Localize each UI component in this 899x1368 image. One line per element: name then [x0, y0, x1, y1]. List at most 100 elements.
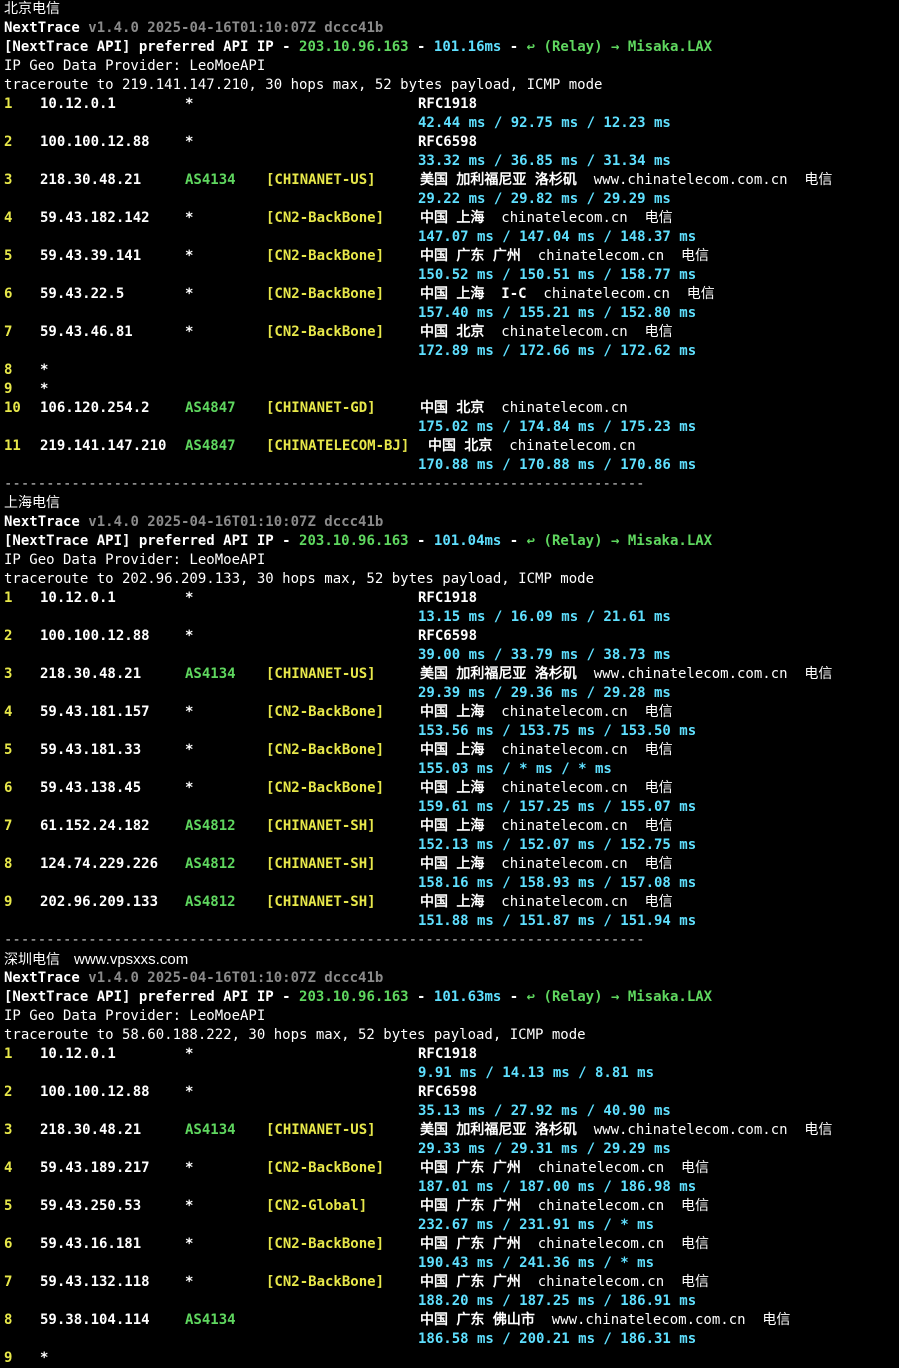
hop-tag: [CN2-BackBone] — [266, 742, 385, 758]
api-preferred-text: preferred API IP - — [138, 533, 291, 549]
hop-geo: 中国 广东 广州 chinatelecom.cn 电信 — [420, 1160, 710, 1176]
api-dash: - — [417, 533, 426, 549]
hop-number: 9 — [4, 1350, 13, 1366]
hop-ip: 59.43.250.53 — [40, 1198, 142, 1214]
api-dash: - — [417, 39, 426, 55]
hop-rtt: 29.22 ms / 29.82 ms / 29.29 ms — [418, 191, 671, 207]
hop-domain: www.chinatelecom.com.cn — [576, 1122, 788, 1138]
traceroute-line: traceroute to 202.96.209.133, 30 hops ma… — [4, 570, 594, 589]
hop-tag: [CHINANET-US] — [266, 1122, 376, 1138]
hop-geo: 中国 上海 chinatelecom.cn 电信 — [420, 818, 673, 834]
hop-number: 2 — [4, 134, 13, 150]
hop-number: 9 — [4, 381, 13, 397]
hop-tag: [CN2-BackBone] — [266, 704, 385, 720]
app-name: NextTrace — [4, 970, 80, 986]
hop-isp: 电信 — [745, 1312, 791, 1328]
hop-rtt: 42.44 ms / 92.75 ms / 12.23 ms — [418, 115, 671, 131]
hop-number: 1 — [4, 96, 13, 112]
hop-number: 7 — [4, 818, 13, 834]
hop-geo: 中国 上海 chinatelecom.cn 电信 — [420, 780, 673, 796]
hop-domain: chinatelecom.cn — [526, 286, 670, 302]
hop-geo: 中国 上海 chinatelecom.cn 电信 — [420, 894, 673, 910]
hop-asn: * — [185, 590, 194, 606]
api-ip: 203.10.96.163 — [299, 39, 409, 55]
hop-tag: [CN2-BackBone] — [266, 1160, 385, 1176]
hop-ip: 59.43.181.157 — [40, 704, 150, 720]
hop-asn: AS4812 — [185, 818, 236, 834]
hop-rtt: 39.00 ms / 33.79 ms / 38.73 ms — [418, 647, 671, 663]
hop-ip: 59.43.182.142 — [40, 210, 150, 226]
hop-isp: 电信 — [627, 704, 673, 720]
hop-asn: * — [185, 1274, 194, 1290]
hop-asn: AS4134 — [185, 666, 236, 682]
api-preferred-text: preferred API IP - — [138, 989, 291, 1005]
hop-geo: 中国 上海 chinatelecom.cn 电信 — [420, 742, 673, 758]
traceroute-text: traceroute to 58.60.188.222, 30 hops max… — [4, 1027, 586, 1043]
app-version: v1.4.0 2025-04-16T01:10:07Z dccc41b — [88, 970, 384, 986]
hop-isp: 电信 — [627, 742, 673, 758]
hop-number: 6 — [4, 1236, 13, 1252]
app-name: NextTrace — [4, 20, 80, 36]
hop-tag: [CHINANET-US] — [266, 172, 376, 188]
section-title-text: 深圳电信 — [4, 952, 60, 968]
hop-rtt: 232.67 ms / 231.91 ms / * ms — [418, 1217, 655, 1233]
hop-number: 5 — [4, 742, 13, 758]
hop-rtt: 13.15 ms / 16.09 ms / 21.61 ms — [418, 609, 671, 625]
hop-tag: [CN2-BackBone] — [266, 780, 385, 796]
hop-domain: chinatelecom.cn — [520, 1198, 665, 1214]
hop-geo: 中国 广东 广州 chinatelecom.cn 电信 — [420, 1236, 710, 1252]
geo-provider-text: IP Geo Data Provider: LeoMoeAPI — [4, 1008, 266, 1024]
hop-number: 1 — [4, 590, 13, 606]
hop-rtt: 9.91 ms / 14.13 ms / 8.81 ms — [418, 1065, 655, 1081]
hop-ip: 106.120.254.2 — [40, 400, 150, 416]
hop-geo: 美国 加利福尼亚 洛杉矶 www.chinatelecom.com.cn 电信 — [420, 172, 833, 188]
hop-asn: AS4134 — [185, 1122, 236, 1138]
hop-geo: RFC1918 — [418, 1046, 478, 1062]
hop-isp: 电信 — [787, 172, 833, 188]
api-preferred-text: preferred API IP - — [138, 39, 291, 55]
hop-ip: 61.152.24.182 — [40, 818, 150, 834]
hop-rtt: 172.89 ms / 172.66 ms / 172.62 ms — [418, 343, 697, 359]
hop-asn: * — [185, 96, 194, 112]
traceroute-line: traceroute to 219.141.147.210, 30 hops m… — [4, 76, 602, 95]
hop-ip: * — [40, 362, 49, 378]
hop-domain: chinatelecom.cn — [484, 894, 628, 910]
hop-number: 7 — [4, 1274, 13, 1290]
api-line: [NextTrace API] preferred API IP - 203.1… — [4, 988, 712, 1007]
api-label: [NextTrace API] — [4, 39, 131, 55]
hop-geo: 美国 加利福尼亚 洛杉矶 www.chinatelecom.com.cn 电信 — [420, 666, 833, 682]
hop-number: 4 — [4, 1160, 13, 1176]
hop-rtt: 29.39 ms / 29.36 ms / 29.28 ms — [418, 685, 671, 701]
section-title: 上海电信 — [4, 494, 60, 513]
section-title-text: 北京电信 — [4, 1, 60, 17]
hop-asn: * — [185, 628, 194, 644]
hop-rtt: 150.52 ms / 150.51 ms / 158.77 ms — [418, 267, 697, 283]
hop-ip: 59.38.104.114 — [40, 1312, 150, 1328]
hop-geo: 中国 广东 广州 chinatelecom.cn 电信 — [420, 248, 710, 264]
hop-domain: chinatelecom.cn — [484, 400, 628, 416]
hop-geo: 中国 广东 广州 chinatelecom.cn 电信 — [420, 1198, 710, 1214]
api-label: [NextTrace API] — [4, 533, 131, 549]
hop-domain: www.chinatelecom.com.cn — [576, 666, 788, 682]
app-version: v1.4.0 2025-04-16T01:10:07Z dccc41b — [88, 514, 384, 530]
hop-tag: [CHINANET-US] — [266, 666, 376, 682]
version-line: NextTrace v1.4.0 2025-04-16T01:10:07Z dc… — [4, 513, 383, 532]
hop-ip: 59.43.22.5 — [40, 286, 125, 302]
hop-ip: 124.74.229.226 — [40, 856, 159, 872]
hop-ip: 202.96.209.133 — [40, 894, 159, 910]
hop-number: 10 — [4, 400, 21, 416]
hop-rtt: 151.88 ms / 151.87 ms / 151.94 ms — [418, 913, 697, 929]
hop-ip: 219.141.147.210 — [40, 438, 167, 454]
hop-ip: 59.43.138.45 — [40, 780, 142, 796]
hop-isp: 电信 — [627, 856, 673, 872]
hop-tag: [CN2-BackBone] — [266, 210, 385, 226]
hop-domain: www.chinatelecom.com.cn — [576, 172, 788, 188]
hop-asn: * — [185, 1046, 194, 1062]
version-line: NextTrace v1.4.0 2025-04-16T01:10:07Z dc… — [4, 19, 383, 38]
hop-isp: 电信 — [787, 1122, 833, 1138]
hop-tag: [CN2-BackBone] — [266, 286, 385, 302]
hop-geo: 中国 广东 广州 chinatelecom.cn 电信 — [420, 1274, 710, 1290]
hop-number: 3 — [4, 1122, 13, 1138]
hop-number: 5 — [4, 1198, 13, 1214]
hop-asn: AS4812 — [185, 894, 236, 910]
